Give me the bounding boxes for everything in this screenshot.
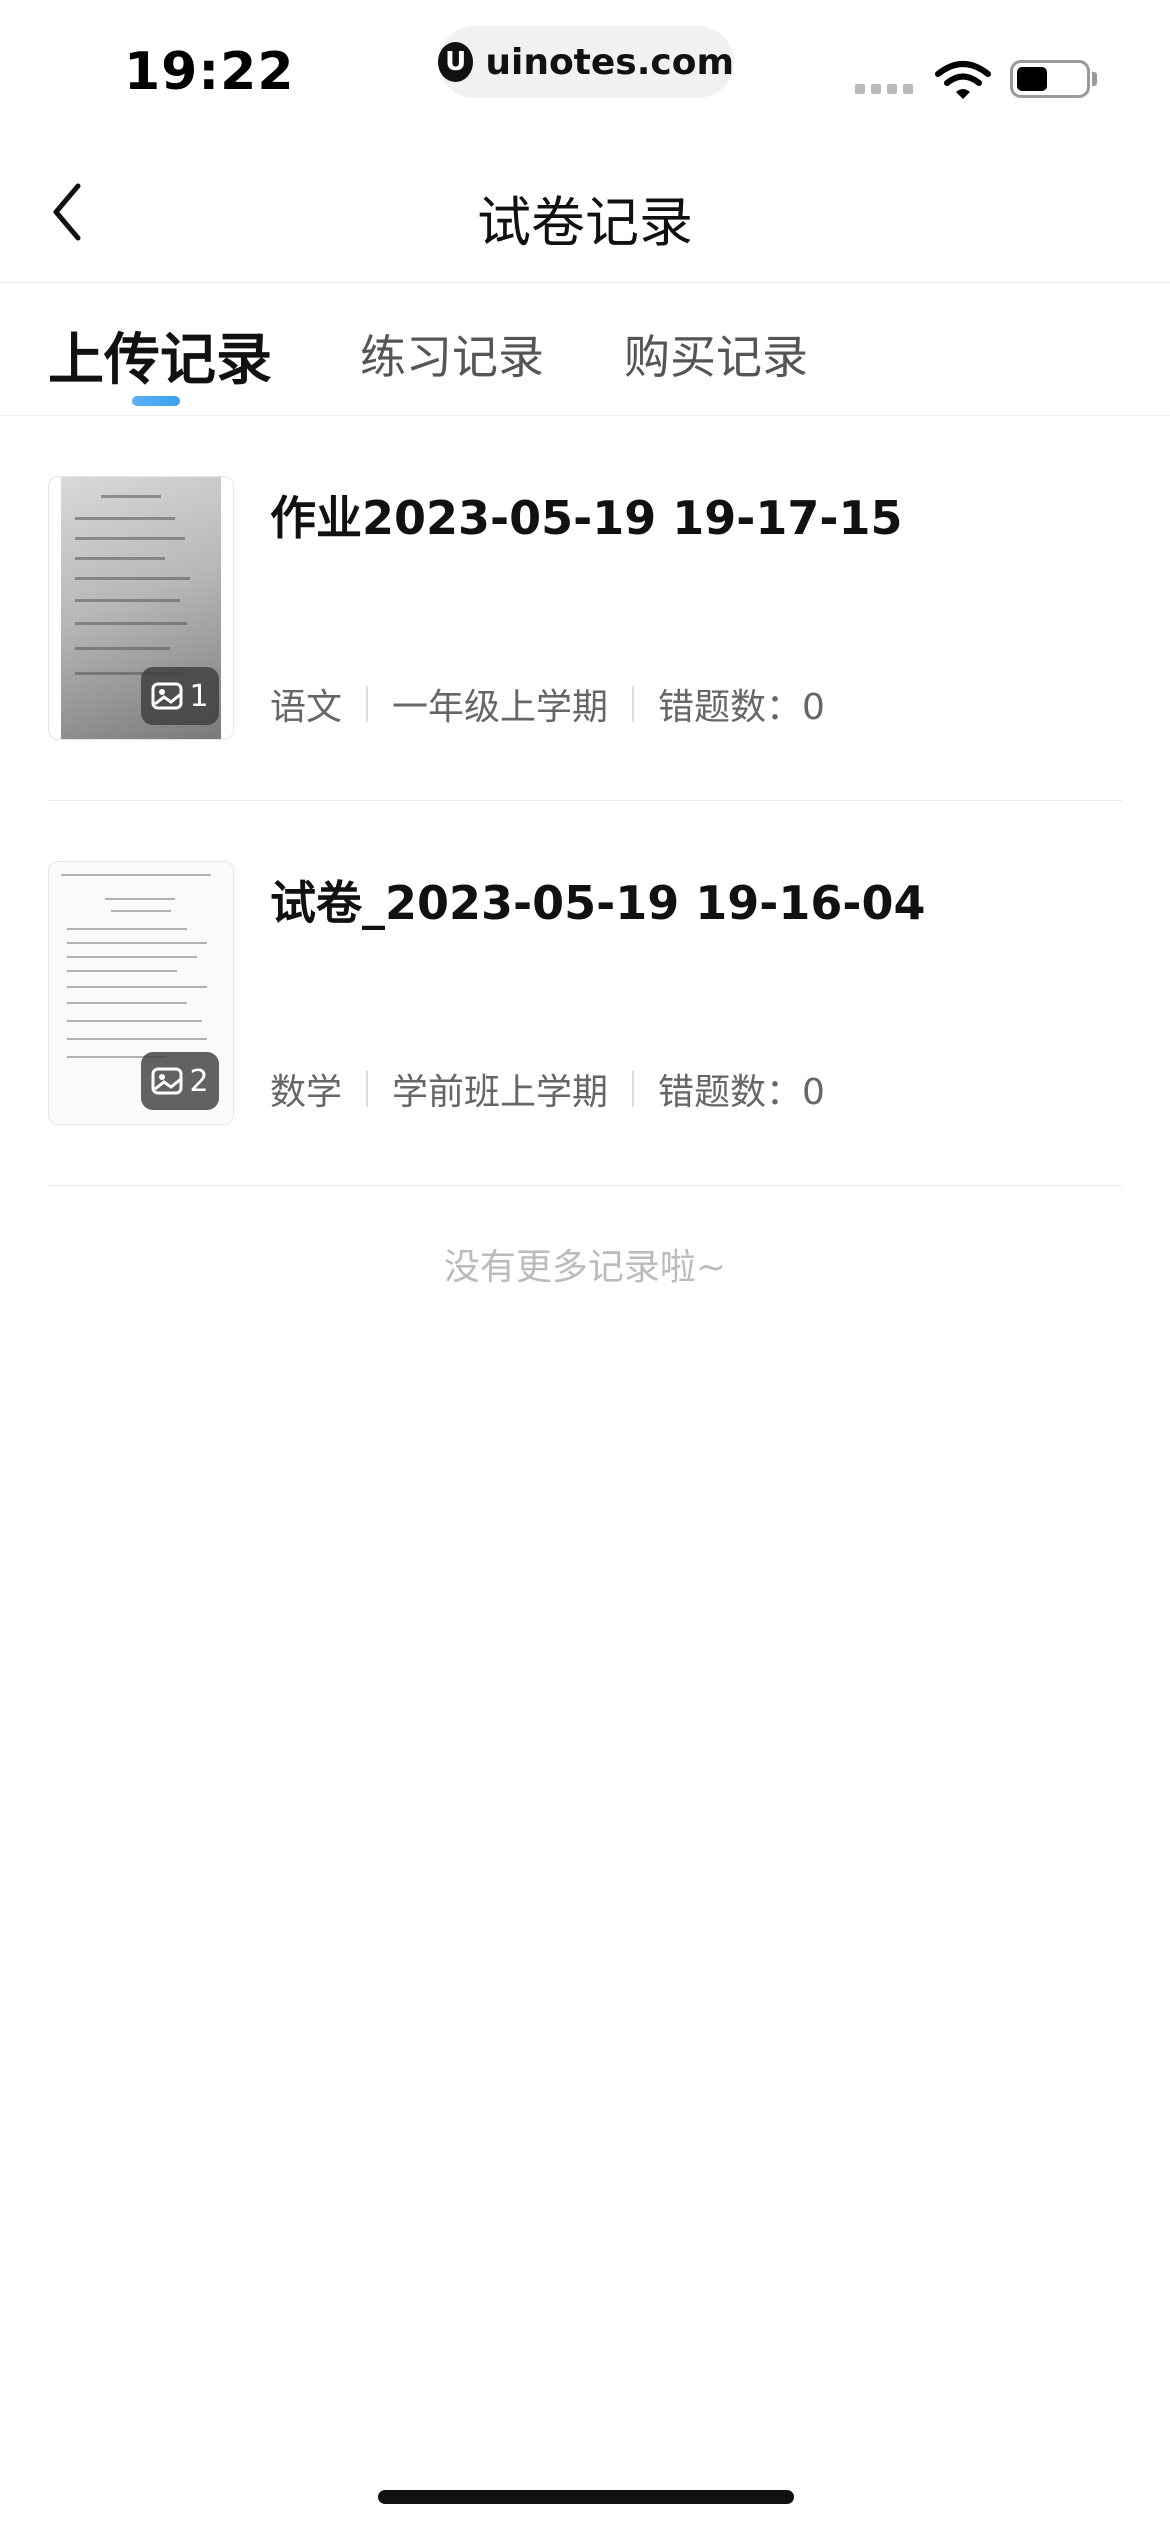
image-count: 2 <box>189 1063 209 1099</box>
record-grade: 一年级上学期 <box>392 687 609 728</box>
nav-bar: 试卷记录 <box>0 130 1170 283</box>
site-logo-icon: U <box>438 42 474 82</box>
record-subject: 语文 <box>270 687 343 728</box>
page-title: 试卷记录 <box>477 191 693 254</box>
status-bar: 19:22 U uinotes.com <box>0 0 1170 130</box>
tab-practice-records[interactable]: 练习记录 <box>360 321 544 387</box>
image-icon <box>151 1067 183 1095</box>
status-time: 19:22 <box>124 42 295 102</box>
meta-divider <box>366 686 369 722</box>
record-title: 作业2023-05-19 19-17-15 <box>270 491 903 545</box>
tab-bar: 上传记录 练习记录 购买记录 <box>0 283 1170 416</box>
battery-cap <box>1092 72 1097 86</box>
record-title: 试卷_2023-05-19 19-16-04 <box>270 876 926 930</box>
cellular-signal-icon <box>855 84 913 94</box>
record-meta: 数学 学前班上学期 错题数：0 <box>270 1063 825 1115</box>
record-grade: 学前班上学期 <box>392 1072 609 1113</box>
tab-upload-records[interactable]: 上传记录 <box>48 315 272 396</box>
record-thumbnail: 1 <box>48 476 234 740</box>
list-item[interactable]: 1 作业2023-05-19 19-17-15 语文 一年级上学期 错题数：0 <box>48 416 1122 801</box>
image-count-badge: 2 <box>141 1052 219 1110</box>
record-meta: 语文 一年级上学期 错题数：0 <box>270 678 825 730</box>
record-error-count: 错题数：0 <box>658 687 825 728</box>
wifi-icon <box>935 61 991 99</box>
url-text: uinotes.com <box>485 41 734 83</box>
image-count-badge: 1 <box>141 667 219 725</box>
url-pill[interactable]: U uinotes.com <box>438 26 734 98</box>
active-tab-indicator <box>132 396 180 406</box>
image-count: 1 <box>189 678 209 714</box>
home-indicator[interactable] <box>378 2490 794 2504</box>
tab-purchase-records[interactable]: 购买记录 <box>624 321 808 387</box>
no-more-records-text: 没有更多记录啦~ <box>443 1247 727 1288</box>
record-subject: 数学 <box>270 1072 343 1113</box>
meta-divider <box>366 1071 369 1107</box>
meta-divider <box>632 686 635 722</box>
record-thumbnail: 2 <box>48 861 234 1125</box>
battery-icon <box>1010 60 1090 98</box>
list-item[interactable]: 2 试卷_2023-05-19 19-16-04 数学 学前班上学期 错题数：0 <box>48 801 1122 1186</box>
record-error-count: 错题数：0 <box>658 1072 825 1113</box>
battery-level <box>1017 67 1047 91</box>
meta-divider <box>632 1071 635 1107</box>
image-icon <box>151 682 183 710</box>
record-list: 1 作业2023-05-19 19-17-15 语文 一年级上学期 错题数：0 <box>48 416 1122 1186</box>
